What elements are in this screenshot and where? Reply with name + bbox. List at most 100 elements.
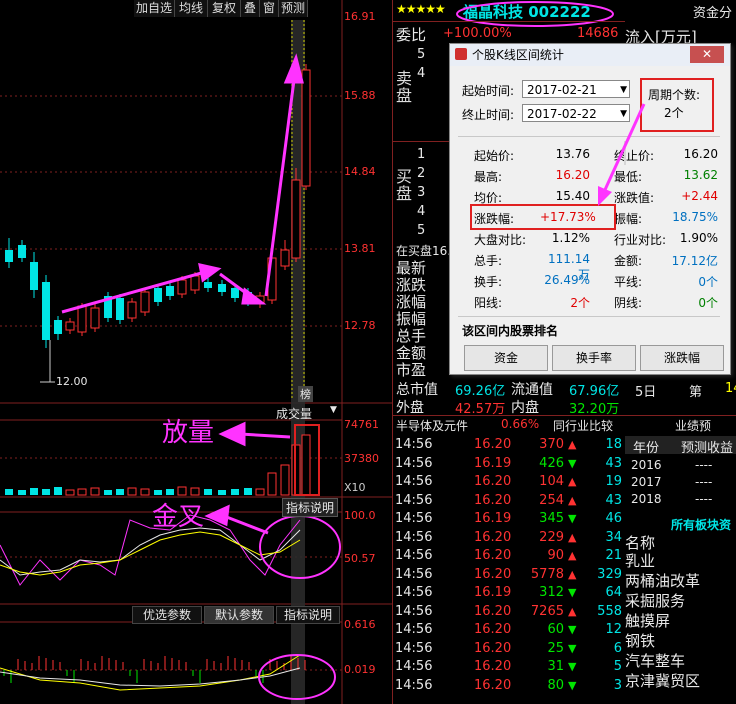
- candle-body: [42, 282, 50, 340]
- tick-row: 14:56 16.20 370 ▲ 18: [392, 436, 624, 455]
- volume-bar: [204, 489, 212, 495]
- buy-side-label: 买盘: [396, 167, 413, 203]
- concept-item[interactable]: 两桶油改革: [625, 571, 700, 591]
- forecast-year: 2018: [631, 492, 662, 506]
- rank-fund-button[interactable]: 资金: [464, 345, 548, 371]
- float-mv-value: 67.96亿: [569, 384, 620, 399]
- sector-label[interactable]: 半导体及元件: [396, 417, 468, 434]
- tick-time: 14:56: [395, 548, 433, 563]
- end-time-label: 终止时间:: [462, 108, 515, 122]
- volume-bar: [90, 487, 100, 496]
- tick-volume: 345: [539, 511, 564, 526]
- price-axis-label: 16.91: [344, 10, 376, 23]
- fund-flow-label: 资金分: [693, 6, 733, 21]
- tick-count: 43: [605, 455, 622, 471]
- dialog-title: 个股K线区间统计: [472, 48, 564, 62]
- period-value: 2个: [664, 106, 684, 120]
- sell-marker: 榜: [298, 386, 313, 402]
- tick-volume: 5778: [530, 566, 564, 582]
- close-icon[interactable]: ✕: [690, 46, 724, 63]
- volume-axis-top: 74761: [344, 418, 379, 431]
- tick-time: 14:56: [395, 603, 433, 619]
- chart-canvas: [0, 0, 392, 704]
- arrow-up-icon: ▲: [568, 475, 577, 488]
- arrow-down-icon: ▼: [568, 641, 577, 655]
- concept-item[interactable]: 触摸屏: [625, 611, 700, 631]
- kdj-axis-top: 100.0: [344, 509, 376, 522]
- price-axis-label: 14.84: [344, 165, 376, 178]
- candle-body: [204, 282, 212, 288]
- tick-count: 46: [605, 511, 622, 526]
- candle-body: [30, 262, 38, 290]
- concept-item[interactable]: 汽车整车: [625, 651, 700, 671]
- total-mv-value: 69.26亿: [455, 384, 506, 399]
- kline-chart-panel[interactable]: 加自选 均线 复权 叠 窗 预测 16.91 15.88 14.84 13.81…: [0, 0, 392, 704]
- stats-labels: 最新 涨跌 涨幅 振幅 总手 金额 市盈: [396, 259, 427, 379]
- arrow-up-icon: ▲: [568, 567, 577, 581]
- tick-time: 14:56: [395, 659, 433, 674]
- stat-value: 26.49%: [544, 273, 590, 287]
- forecast-col-eps: 预测收益: [681, 441, 734, 456]
- tick-volume: 25: [547, 640, 564, 656]
- buy-level: 5: [417, 223, 426, 238]
- tick-row: 14:56 16.20 5778 ▲ 329: [392, 566, 624, 585]
- concepts-header: 名称: [625, 534, 656, 552]
- price-axis-label: 15.88: [344, 89, 376, 102]
- total-mv-label: 总市值: [396, 382, 438, 398]
- stat-label: 平线:: [614, 275, 643, 289]
- candle-body: [127, 301, 137, 319]
- kdj-axis-mid: 50.57: [344, 552, 376, 565]
- peer-compare-button[interactable]: 同行业比较: [553, 417, 613, 434]
- concept-item[interactable]: 乳业: [625, 551, 700, 571]
- tick-volume: 254: [539, 492, 564, 508]
- tick-time: 14:56: [395, 455, 433, 471]
- macd-desc-button[interactable]: 指标说明: [276, 606, 340, 624]
- concept-item[interactable]: 京津冀贸区: [625, 671, 700, 691]
- chevron-down-icon[interactable]: ▼: [330, 405, 337, 415]
- default-params-button[interactable]: 默认参数: [204, 606, 274, 624]
- tick-price: 16.19: [474, 511, 512, 526]
- tick-count: 43: [605, 492, 622, 508]
- tick-volume: 7265: [530, 603, 564, 619]
- rank-section-title: 该区间内股票排名: [462, 324, 559, 338]
- optimal-params-button[interactable]: 优选参数: [132, 606, 202, 624]
- stat-value: 0个: [698, 296, 718, 310]
- buy-level: 4: [417, 204, 426, 219]
- buy-queue-label: 在买盘16.: [396, 244, 452, 258]
- buy-level: 2: [417, 166, 426, 181]
- stat-value: 16.20: [683, 147, 718, 161]
- candle-body: [77, 305, 87, 333]
- rank-turnover-button[interactable]: 换手率: [552, 345, 636, 371]
- tick-time: 14:56: [395, 677, 433, 693]
- dialog-arrow: [598, 103, 646, 206]
- period-label: 周期个数:: [648, 88, 701, 102]
- stat-value: 1.12%: [551, 231, 590, 245]
- indicator-desc-button[interactable]: 指标说明: [282, 498, 339, 517]
- tick-volume: 80: [547, 677, 564, 693]
- rank-value: 14: [725, 381, 736, 396]
- volume-bar: [65, 489, 75, 496]
- volume-bar: [18, 490, 26, 495]
- stat-label: 行业对比:: [614, 233, 667, 247]
- stat-value: 13.62: [683, 168, 718, 182]
- tick-count: 3: [613, 677, 622, 693]
- arrow-down-icon: ▼: [568, 586, 577, 599]
- concept-item[interactable]: 钢铁: [625, 631, 700, 651]
- tick-price: 16.20: [474, 529, 512, 545]
- tick-time: 14:56: [395, 474, 433, 489]
- float-mv-label: 流通值: [511, 382, 553, 398]
- forecast-year: 2017: [631, 475, 662, 489]
- tick-volume: 104: [539, 474, 564, 489]
- tick-time: 14:56: [395, 566, 433, 582]
- start-time-select[interactable]: 2017-02-21 ▼: [522, 80, 630, 98]
- concept-list: 乳业 两桶油改革 采掘服务 触摸屏 钢铁 汽车整车 京津冀贸区: [625, 551, 700, 691]
- tick-price: 16.19: [474, 455, 512, 471]
- candle-body: [54, 320, 62, 334]
- tick-price: 16.20: [474, 603, 512, 619]
- rank-change-button[interactable]: 涨跌幅: [640, 345, 724, 371]
- volume-bar: [30, 488, 38, 495]
- tick-count: 64: [605, 585, 622, 600]
- concept-item[interactable]: 采掘服务: [625, 591, 700, 611]
- dialog-titlebar[interactable]: 个股K线区间统计 ✕: [450, 44, 730, 66]
- volume-bar: [42, 489, 50, 495]
